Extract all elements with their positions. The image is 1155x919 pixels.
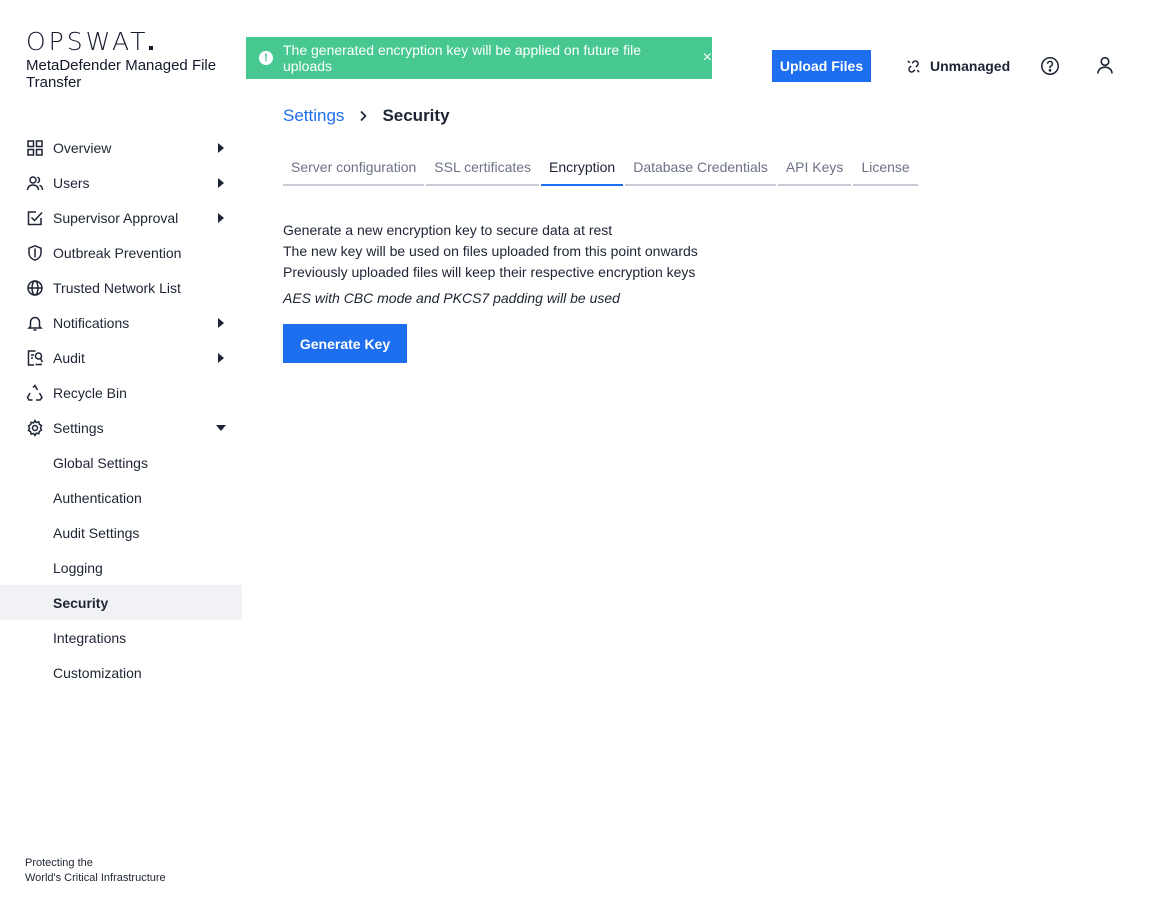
caret-right-icon bbox=[218, 178, 224, 188]
info-circle-icon: ! bbox=[259, 51, 273, 65]
sidebar-nav: Overview Users Supervisor Approval Outbr… bbox=[0, 130, 242, 690]
sidebar-subitem-authentication[interactable]: Authentication bbox=[0, 480, 242, 515]
sidebar-item-supervisor-approval[interactable]: Supervisor Approval bbox=[0, 200, 242, 235]
logo-dot bbox=[149, 46, 154, 50]
tab-api-keys[interactable]: API Keys bbox=[777, 155, 852, 186]
caret-right-icon bbox=[218, 143, 224, 153]
tab-server-configuration[interactable]: Server configuration bbox=[283, 155, 425, 186]
tab-database-credentials[interactable]: Database Credentials bbox=[625, 155, 776, 186]
sidebar-item-overview[interactable]: Overview bbox=[0, 130, 242, 165]
tab-encryption[interactable]: Encryption bbox=[541, 155, 624, 186]
unmanaged-status-link[interactable]: Unmanaged bbox=[906, 56, 1010, 76]
caret-right-icon bbox=[218, 353, 224, 363]
toast-message: The generated encryption key will be app… bbox=[282, 42, 641, 74]
sidebar-subitem-global-settings[interactable]: Global Settings bbox=[0, 445, 242, 480]
caret-down-icon bbox=[216, 425, 226, 431]
tab-ssl-certificates[interactable]: SSL certificates bbox=[426, 155, 540, 186]
breadcrumb-current: Security bbox=[382, 106, 450, 125]
unmanaged-label: Unmanaged bbox=[930, 58, 1011, 74]
description-line: The new key will be used on files upload… bbox=[283, 243, 698, 259]
sidebar-footer: Protecting the World's Critical Infrastr… bbox=[25, 856, 166, 886]
sidebar-item-notifications[interactable]: Notifications bbox=[0, 305, 242, 340]
security-tabs: Server configuration SSL certificates En… bbox=[283, 155, 920, 186]
caret-right-icon bbox=[218, 213, 224, 223]
sidebar-subitem-audit-settings[interactable]: Audit Settings bbox=[0, 515, 242, 550]
description-line: Previously uploaded files will keep thei… bbox=[283, 264, 696, 280]
encryption-algorithm-note: AES with CBC mode and PKCS7 padding will… bbox=[283, 290, 620, 306]
broken-link-icon bbox=[907, 59, 920, 73]
chevron-right-icon bbox=[360, 110, 368, 122]
users-icon bbox=[26, 174, 44, 192]
sidebar-item-label: Settings bbox=[53, 419, 104, 436]
footer-line-1: Protecting the bbox=[25, 857, 93, 869]
sidebar-subitem-logging[interactable]: Logging bbox=[0, 550, 242, 585]
success-toast: ! The generated encryption key will be a… bbox=[246, 37, 712, 79]
gear-icon bbox=[26, 418, 44, 437]
checkbox-approval-icon bbox=[26, 209, 44, 227]
logo-text: OPSWAT bbox=[26, 27, 149, 56]
sidebar-item-label: Outbreak Prevention bbox=[53, 244, 182, 261]
product-name: MetaDefender Managed File Transfer bbox=[26, 57, 217, 91]
recycle-icon bbox=[26, 383, 44, 402]
sidebar-item-label: Trusted Network List bbox=[53, 279, 181, 296]
sidebar-item-label: Recycle Bin bbox=[53, 384, 127, 401]
bell-icon bbox=[26, 314, 44, 332]
footer-line-2: World's Critical Infrastructure bbox=[25, 872, 166, 884]
sidebar-item-label: Notifications bbox=[53, 314, 130, 331]
sidebar-item-trusted-network-list[interactable]: Trusted Network List bbox=[0, 270, 242, 305]
sidebar-item-label: Users bbox=[53, 174, 90, 191]
sidebar-item-recycle-bin[interactable]: Recycle Bin bbox=[0, 375, 242, 410]
generate-key-button[interactable]: Generate Key bbox=[283, 324, 407, 363]
caret-right-icon bbox=[218, 318, 224, 328]
breadcrumb: Settings Security bbox=[283, 105, 450, 127]
globe-icon bbox=[26, 279, 44, 297]
sidebar-item-label: Audit bbox=[53, 349, 85, 366]
user-profile-icon[interactable] bbox=[1095, 55, 1115, 75]
sidebar-subitem-security[interactable]: Security bbox=[0, 585, 242, 620]
sidebar-item-settings[interactable]: Settings bbox=[0, 410, 242, 445]
audit-icon bbox=[26, 349, 44, 367]
sidebar-item-label: Overview bbox=[53, 139, 112, 156]
encryption-description: Generate a new encryption key to secure … bbox=[283, 220, 698, 283]
sidebar-item-label: Supervisor Approval bbox=[53, 209, 179, 226]
tab-license[interactable]: License bbox=[853, 155, 918, 186]
opswat-logo[interactable]: OPSWAT bbox=[26, 27, 154, 56]
shield-icon bbox=[26, 244, 44, 262]
sidebar-subitem-customization[interactable]: Customization bbox=[0, 655, 242, 690]
sidebar: OPSWAT MetaDefender Managed File Transfe… bbox=[0, 0, 242, 919]
sidebar-item-users[interactable]: Users bbox=[0, 165, 242, 200]
sidebar-item-audit[interactable]: Audit bbox=[0, 340, 242, 375]
grid-icon bbox=[26, 139, 44, 157]
sidebar-item-outbreak-prevention[interactable]: Outbreak Prevention bbox=[0, 235, 242, 270]
sidebar-subitem-integrations[interactable]: Integrations bbox=[0, 620, 242, 655]
help-icon[interactable] bbox=[1040, 56, 1060, 76]
close-icon[interactable]: × bbox=[703, 50, 712, 66]
description-line: Generate a new encryption key to secure … bbox=[283, 222, 613, 238]
upload-files-button[interactable]: Upload Files bbox=[772, 50, 871, 82]
breadcrumb-settings-link[interactable]: Settings bbox=[283, 106, 344, 126]
